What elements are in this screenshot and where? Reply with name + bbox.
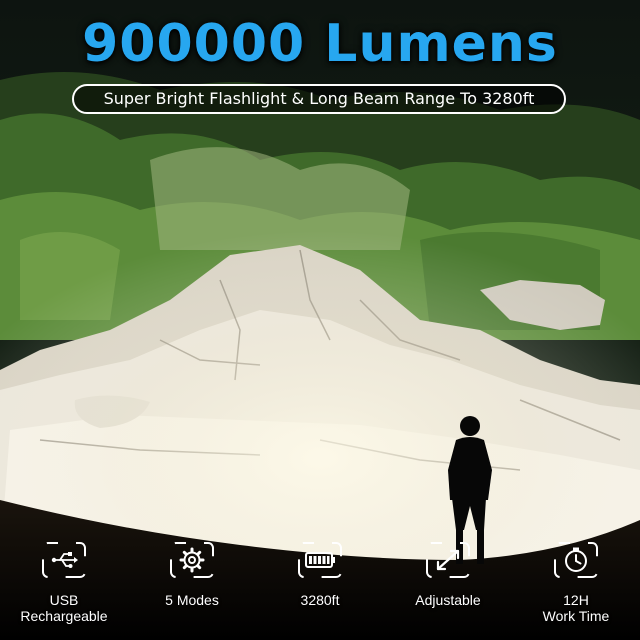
feature-strip: USB Rechargeable 5 Modes 3280ft Adjustab… xyxy=(0,540,640,640)
headline-lumens: 900000 Lumens xyxy=(82,14,558,74)
feature-adjustable: Adjustable xyxy=(389,540,507,608)
usb-icon xyxy=(42,542,86,578)
timer-icon xyxy=(554,542,598,578)
feature-usb: USB Rechargeable xyxy=(5,540,123,624)
battery-icon xyxy=(298,542,342,578)
zoom-expand-icon xyxy=(426,542,470,578)
product-banner: 900000 Lumens Super Bright Flashlight & … xyxy=(0,0,640,640)
gear-icon xyxy=(170,542,214,578)
feature-label-worktime: 12H Work Time xyxy=(542,592,610,624)
feature-label-usb: USB Rechargeable xyxy=(20,592,108,624)
feature-label-modes: 5 Modes xyxy=(165,592,219,608)
feature-range: 3280ft xyxy=(261,540,379,608)
feature-modes: 5 Modes xyxy=(133,540,251,608)
feature-label-range: 3280ft xyxy=(300,592,340,608)
feature-label-adjustable: Adjustable xyxy=(415,592,481,608)
feature-worktime: 12H Work Time xyxy=(517,540,635,624)
subheadline-badge: Super Bright Flashlight & Long Beam Rang… xyxy=(72,84,566,114)
